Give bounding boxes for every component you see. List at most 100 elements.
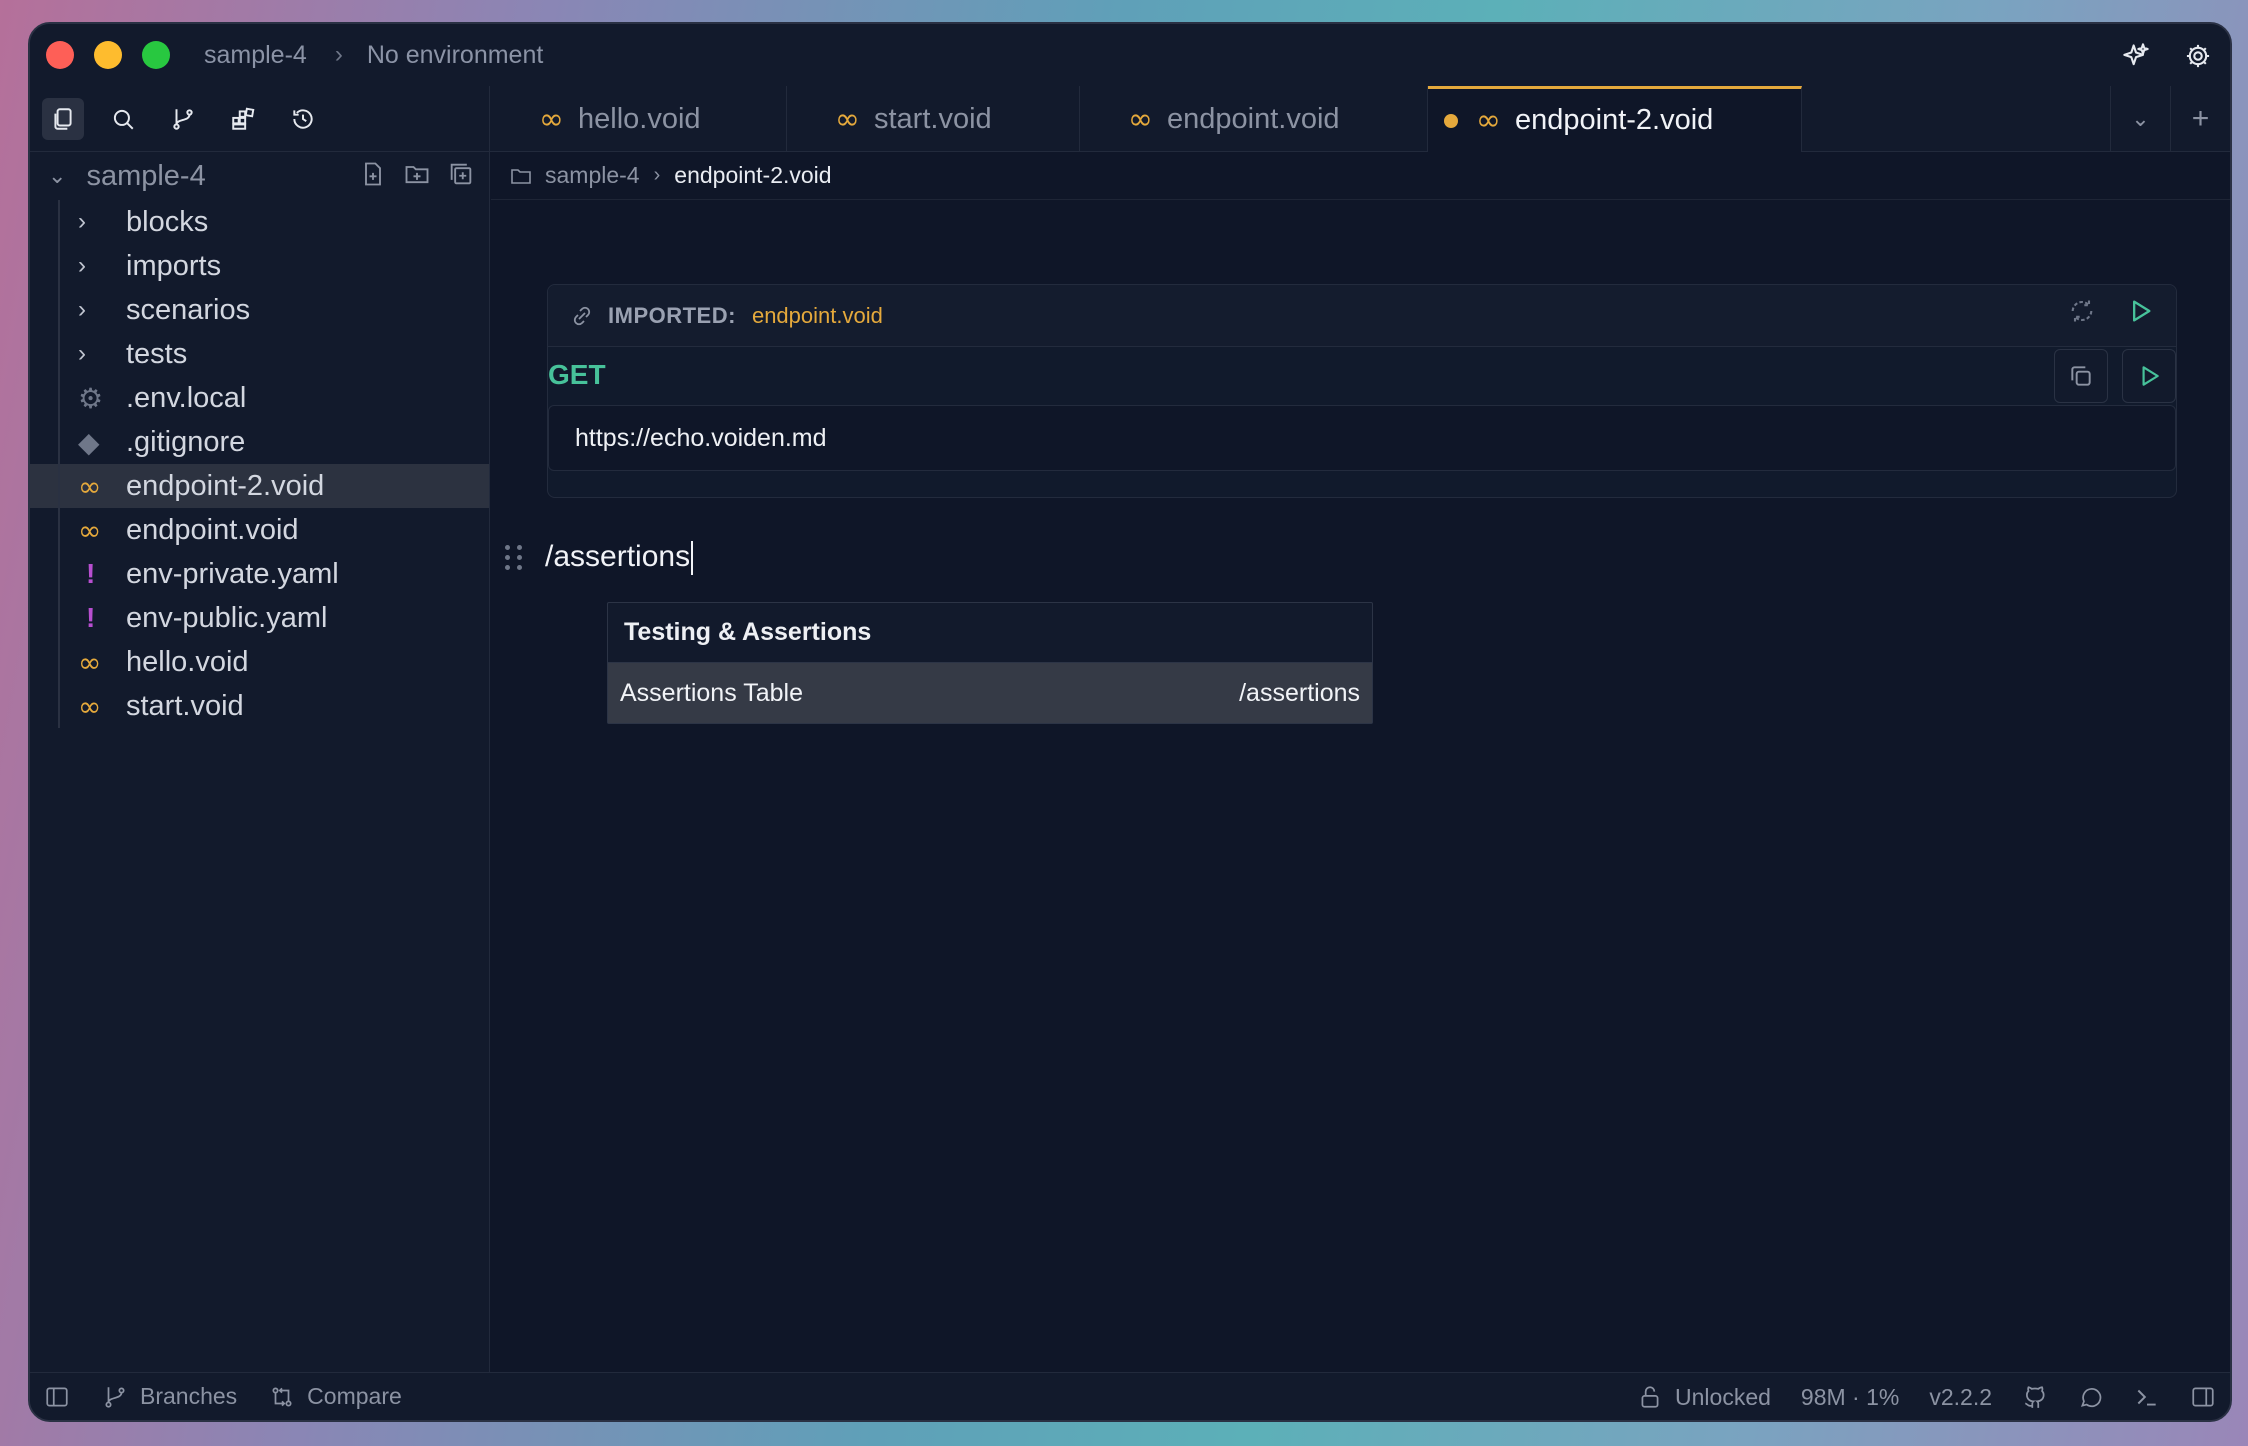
branches-button[interactable]: Branches [102, 1383, 237, 1410]
tree-item-label: imports [126, 249, 222, 282]
title-bar: sample-4 › No environment [30, 24, 2230, 86]
project-name[interactable]: sample-4 [204, 41, 307, 70]
breadcrumb-folder[interactable]: sample-4 [545, 162, 640, 189]
tree-file-hello-void[interactable]: ∞ hello.void [30, 640, 489, 684]
request-actions [2054, 349, 2176, 403]
slash-command-input[interactable]: /assertions [545, 540, 694, 576]
chevron-right-icon: › [78, 340, 86, 367]
tree-folder-imports[interactable]: › imports [30, 244, 489, 288]
tab-endpoint-2-void[interactable]: ∞ endpoint-2.void [1428, 86, 1802, 152]
tree-item-label: env-private.yaml [126, 557, 339, 590]
yaml-file-icon: ! [86, 602, 96, 633]
text-cursor [691, 541, 694, 576]
project-root[interactable]: ⌄ sample-4 [30, 152, 489, 200]
menu-section-heading: Testing & Assertions [608, 603, 1372, 663]
play-icon[interactable] [2126, 297, 2154, 325]
slash-command-menu: Testing & Assertions Assertions Table /a… [607, 602, 1373, 724]
app-window: sample-4 › No environment ∞ hello.void ∞… [28, 22, 2232, 1422]
tab-hello-void[interactable]: ∞ hello.void [491, 86, 787, 152]
lock-status[interactable]: Unlocked [1637, 1384, 1771, 1411]
drag-handle-icon[interactable] [505, 545, 525, 571]
terminal-icon[interactable] [2134, 1384, 2160, 1410]
tree-file-env-public-yaml[interactable]: ! env-public.yaml [30, 596, 489, 640]
explorer-actions [359, 160, 475, 188]
source-control-button[interactable] [162, 98, 204, 140]
maximize-window-button[interactable] [142, 41, 170, 69]
chevron-right-icon: › [653, 164, 661, 186]
unsaved-dot-icon [1444, 113, 1458, 128]
unlock-icon [1641, 1386, 1659, 1408]
tab-start-void[interactable]: ∞ start.void [787, 86, 1080, 152]
void-file-icon: ∞ [1128, 101, 1153, 137]
gear-icon: ⚙ [78, 382, 104, 414]
imported-block-header: IMPORTED: endpoint.void [548, 285, 2176, 347]
search-icon [113, 109, 134, 130]
tree-file-endpoint-void[interactable]: ∞ endpoint.void [30, 508, 489, 552]
tab-label: start.void [874, 102, 992, 135]
tree-item-label: .gitignore [126, 425, 246, 458]
environment-selector[interactable]: No environment [367, 41, 543, 70]
extensions-button[interactable] [222, 98, 264, 140]
tree-file-gitignore[interactable]: ◆ .gitignore [30, 420, 489, 464]
explorer-button[interactable] [42, 98, 84, 140]
imported-file-link[interactable]: endpoint.void [752, 303, 883, 329]
tree-guide [58, 200, 60, 728]
copy-icon [2071, 366, 2091, 386]
chat-icon[interactable] [2078, 1384, 2104, 1410]
history-button[interactable] [282, 98, 324, 140]
void-file-icon: ∞ [78, 645, 102, 679]
right-panel-icon[interactable] [2190, 1384, 2216, 1410]
toggle-sidebar-button[interactable] [44, 1384, 70, 1410]
tree-file-endpoint-2-void[interactable]: ∞ endpoint-2.void [30, 464, 489, 508]
github-icon[interactable] [2022, 1384, 2048, 1410]
refresh-icon[interactable] [2068, 297, 2096, 325]
url-input[interactable]: https://echo.voiden.md [548, 405, 2176, 471]
new-folder-icon[interactable] [403, 160, 431, 188]
tree-folder-tests[interactable]: › tests [30, 332, 489, 376]
new-file-icon[interactable] [359, 160, 387, 188]
tab-label: endpoint.void [1167, 102, 1340, 135]
http-method[interactable]: GET [548, 359, 606, 391]
command-text: /assertions [545, 540, 691, 573]
void-file-icon: ∞ [835, 101, 860, 137]
file-tree: › blocks › imports › scenarios › tests ⚙… [30, 200, 489, 728]
tab-list-button[interactable]: ⌄ [2110, 86, 2170, 152]
file-explorer: ⌄ sample-4 › blocks › imports › scenario… [30, 152, 490, 1372]
tree-item-label: .env.local [126, 381, 247, 414]
chevron-right-icon: › [78, 296, 86, 323]
tree-file-start-void[interactable]: ∞ start.void [30, 684, 489, 728]
collapse-all-icon[interactable] [447, 160, 475, 188]
settings-button[interactable] [2178, 36, 2218, 76]
tree-folder-scenarios[interactable]: › scenarios [30, 288, 489, 332]
new-tab-button[interactable]: + [2170, 86, 2230, 152]
tree-folder-blocks[interactable]: › blocks [30, 200, 489, 244]
editor-pane: sample-4 › endpoint-2.void IMPORTED: end… [491, 152, 2230, 1372]
tree-item-label: endpoint-2.void [126, 469, 325, 502]
compare-button[interactable]: Compare [269, 1383, 402, 1410]
void-file-icon: ∞ [539, 101, 564, 137]
void-file-icon: ∞ [78, 513, 102, 547]
tree-item-label: tests [126, 337, 188, 370]
menu-item-assertions-table[interactable]: Assertions Table /assertions [608, 663, 1372, 723]
breadcrumb-file[interactable]: endpoint-2.void [674, 162, 831, 189]
search-button[interactable] [102, 98, 144, 140]
branches-label: Branches [140, 1383, 238, 1409]
tree-file-env-private-yaml[interactable]: ! env-private.yaml [30, 552, 489, 596]
link-icon [573, 306, 591, 325]
send-request-button[interactable] [2122, 349, 2176, 403]
git-branch-icon [105, 1386, 125, 1408]
copy-button[interactable] [2054, 349, 2108, 403]
imported-request-block: IMPORTED: endpoint.void GET https://echo… [547, 284, 2177, 498]
minimize-window-button[interactable] [94, 41, 122, 69]
ai-sparkle-button[interactable] [2116, 36, 2156, 76]
tree-item-label: start.void [126, 689, 244, 722]
tab-endpoint-void[interactable]: ∞ endpoint.void [1080, 86, 1428, 152]
tab-actions: ⌄ + [2110, 86, 2230, 152]
tree-item-label: env-public.yaml [126, 601, 328, 634]
tree-file-env-local[interactable]: ⚙ .env.local [30, 376, 489, 420]
yaml-file-icon: ! [86, 558, 96, 589]
activity-bar [30, 86, 490, 152]
menu-item-command: /assertions [1239, 678, 1360, 707]
tab-label: hello.void [578, 102, 701, 135]
close-window-button[interactable] [46, 41, 74, 69]
